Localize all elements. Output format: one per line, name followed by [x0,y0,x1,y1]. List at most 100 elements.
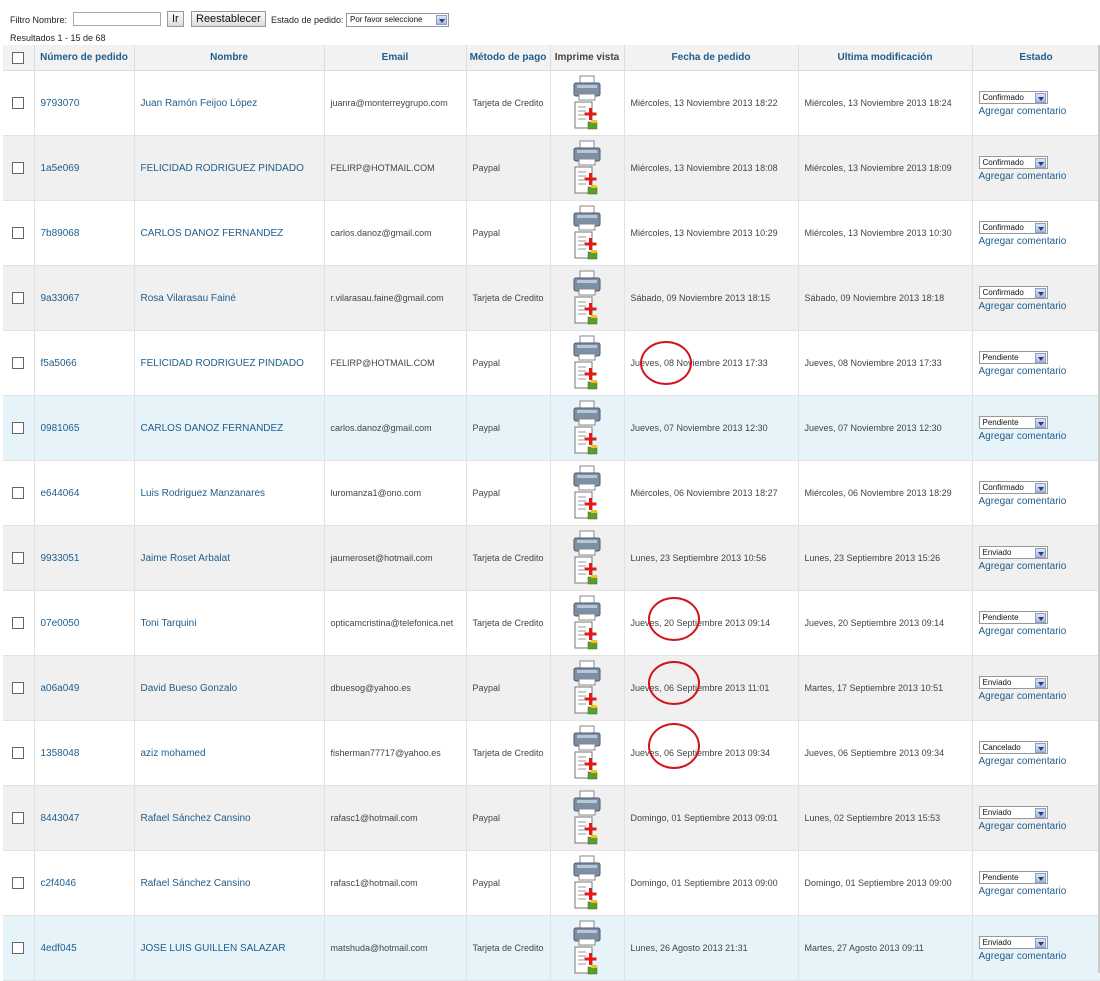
customer-name-link[interactable]: Rosa Vilarasau Fainé [141,293,236,304]
status-select[interactable]: Confirmado [978,156,1048,169]
payment-method-cell: Paypal [466,200,551,266]
row-checkbox[interactable] [12,487,25,499]
last-modified-cell: Miércoles, 13 Noviembre 2013 18:09 [798,135,973,201]
reset-button[interactable]: Reestablecer [191,11,266,27]
order-number-link[interactable]: c2f4046 [41,878,77,889]
add-comment-link[interactable]: Agregar comentario [979,626,1094,637]
order-number-link[interactable]: 8443047 [41,813,80,824]
order-number-link[interactable]: 7b89068 [41,228,80,239]
add-comment-link[interactable]: Agregar comentario [979,886,1094,897]
status-select[interactable]: Pendiente [978,416,1048,429]
col-order-number[interactable]: Número de pedido [34,45,135,71]
printer-icon[interactable] [572,140,602,196]
add-comment-link[interactable]: Agregar comentario [979,756,1094,767]
order-number-link[interactable]: e644064 [41,488,80,499]
col-name[interactable]: Nombre [134,45,325,71]
customer-name-link[interactable]: CARLOS DANOZ FERNANDEZ [141,423,284,434]
add-comment-link[interactable]: Agregar comentario [979,236,1094,247]
printer-icon[interactable] [572,920,602,976]
customer-name-link[interactable]: aziz mohamed [141,748,206,759]
customer-name-link[interactable]: FELICIDAD RODRIGUEZ PINDADO [141,358,304,369]
printer-icon[interactable] [572,725,602,781]
row-checkbox[interactable] [12,97,25,109]
printer-icon[interactable] [572,465,602,521]
printer-icon[interactable] [572,660,602,716]
add-comment-link[interactable]: Agregar comentario [979,691,1094,702]
col-order-date[interactable]: Fecha de pedido [624,45,799,71]
row-checkbox[interactable] [12,162,25,174]
order-number-link[interactable]: 9933051 [41,553,80,564]
status-select[interactable]: Enviado [978,546,1048,559]
add-comment-link[interactable]: Agregar comentario [979,301,1094,312]
printer-icon[interactable] [572,855,602,911]
status-select[interactable]: Pendiente [978,871,1048,884]
order-number-link[interactable]: 9793070 [41,98,80,109]
row-checkbox[interactable] [12,942,25,954]
row-checkbox[interactable] [12,357,25,369]
customer-name-link[interactable]: Jaime Roset Arbalat [141,553,231,564]
customer-name-link[interactable]: Toni Tarquini [141,618,197,629]
status-select[interactable]: Pendiente [978,611,1048,624]
row-checkbox[interactable] [12,747,25,759]
customer-name-link[interactable]: Rafael Sánchez Cansino [141,878,251,889]
printer-icon[interactable] [572,400,602,456]
status-select[interactable]: Confirmado [978,91,1048,104]
status-select[interactable]: Pendiente [978,351,1048,364]
order-number-link[interactable]: a06a049 [41,683,80,694]
add-comment-link[interactable]: Agregar comentario [979,561,1094,572]
status-select[interactable]: Confirmado [978,481,1048,494]
col-payment[interactable]: Método de pago [466,45,551,71]
status-select[interactable]: Confirmado [978,221,1048,234]
add-comment-link[interactable]: Agregar comentario [979,431,1094,442]
add-comment-link[interactable]: Agregar comentario [979,496,1094,507]
col-status[interactable]: Estado [972,45,1100,71]
last-modified-cell: Jueves, 07 Noviembre 2013 12:30 [798,395,973,461]
col-email[interactable]: Email [324,45,467,71]
customer-name-link[interactable]: JOSE LUIS GUILLEN SALAZAR [141,943,286,954]
row-checkbox[interactable] [12,422,25,434]
customer-name-link[interactable]: Juan Ramón Feijoo López [141,98,258,109]
add-comment-link[interactable]: Agregar comentario [979,106,1094,117]
add-comment-link[interactable]: Agregar comentario [979,951,1094,962]
row-checkbox[interactable] [12,227,25,239]
go-button[interactable]: Ir [167,11,184,27]
name-filter-input[interactable] [73,12,161,26]
add-comment-link[interactable]: Agregar comentario [979,821,1094,832]
order-number-link[interactable]: 0981065 [41,423,80,434]
col-last-modified[interactable]: Ultima modificación [798,45,973,71]
printer-icon[interactable] [572,270,602,326]
add-comment-link[interactable]: Agregar comentario [979,366,1094,377]
customer-name-link[interactable]: Luis Rodriguez Manzanares [141,488,266,499]
order-number-link[interactable]: 9a33067 [41,293,80,304]
order-number-link[interactable]: 1358048 [41,748,80,759]
printer-icon[interactable] [572,790,602,846]
customer-name-link[interactable]: FELICIDAD RODRIGUEZ PINDADO [141,163,304,174]
status-select[interactable]: Enviado [978,936,1048,949]
order-number-link[interactable]: 07e0050 [41,618,80,629]
printer-icon[interactable] [572,595,602,651]
select-all-checkbox[interactable] [12,51,25,64]
printer-icon[interactable] [572,335,602,391]
order-number-link[interactable]: 4edf045 [41,943,77,954]
row-checkbox[interactable] [12,682,25,694]
row-checkbox[interactable] [12,552,25,564]
status-filter-select[interactable]: Por favor seleccione [346,13,449,27]
print-view-cell [550,330,625,396]
row-checkbox[interactable] [12,812,25,824]
status-select[interactable]: Cancelado [978,741,1048,754]
printer-icon[interactable] [572,75,602,131]
customer-name-link[interactable]: CARLOS DANOZ FERNANDEZ [141,228,284,239]
customer-name-link[interactable]: Rafael Sánchez Cansino [141,813,251,824]
customer-name-link[interactable]: David Bueso Gonzalo [141,683,238,694]
order-number-link[interactable]: 1a5e069 [41,163,80,174]
order-number-link[interactable]: f5a5066 [41,358,77,369]
printer-icon[interactable] [572,205,602,261]
status-select[interactable]: Confirmado [978,286,1048,299]
add-comment-link[interactable]: Agregar comentario [979,171,1094,182]
row-checkbox[interactable] [12,877,25,889]
row-checkbox[interactable] [12,617,25,629]
printer-icon[interactable] [572,530,602,586]
row-checkbox[interactable] [12,292,25,304]
status-select[interactable]: Enviado [978,806,1048,819]
status-select[interactable]: Enviado [978,676,1048,689]
